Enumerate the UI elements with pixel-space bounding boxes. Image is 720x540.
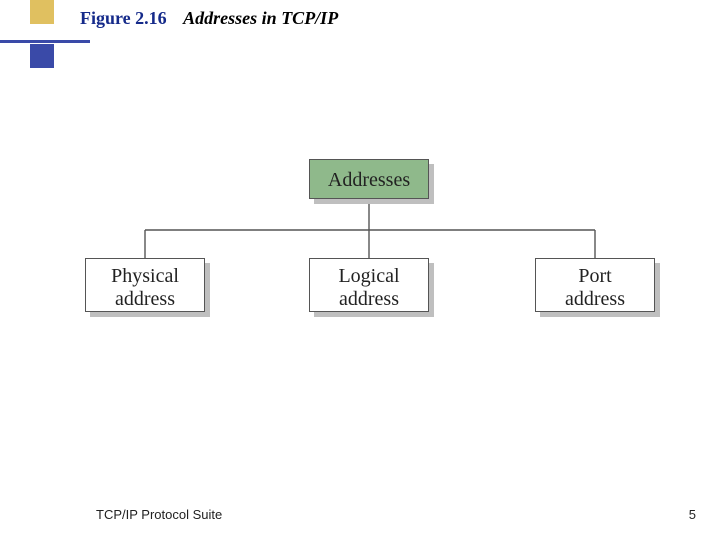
leaf-node-physical: Physicaladdress <box>85 258 205 312</box>
figure-number: Figure 2.16 <box>80 8 167 28</box>
leaf-label: Logicaladdress <box>338 265 399 310</box>
figure-heading: Figure 2.16 Addresses in TCP/IP <box>80 8 338 29</box>
addresses-diagram: Addresses Physicaladdress Logicaladdress… <box>55 140 665 340</box>
root-node-label: Addresses <box>328 169 410 191</box>
leaf-label: Portaddress <box>565 265 625 310</box>
leaf-label: Physicaladdress <box>111 265 179 310</box>
leaf-node-logical: Logicaladdress <box>309 258 429 312</box>
root-node-addresses: Addresses <box>309 159 429 199</box>
page-number: 5 <box>689 507 696 522</box>
decor-square-yellow <box>30 0 54 24</box>
figure-title: Addresses in TCP/IP <box>183 8 338 28</box>
footer-source: TCP/IP Protocol Suite <box>96 507 222 522</box>
decor-hline <box>0 40 90 43</box>
leaf-node-port: Portaddress <box>535 258 655 312</box>
decor-square-blue <box>30 44 54 68</box>
